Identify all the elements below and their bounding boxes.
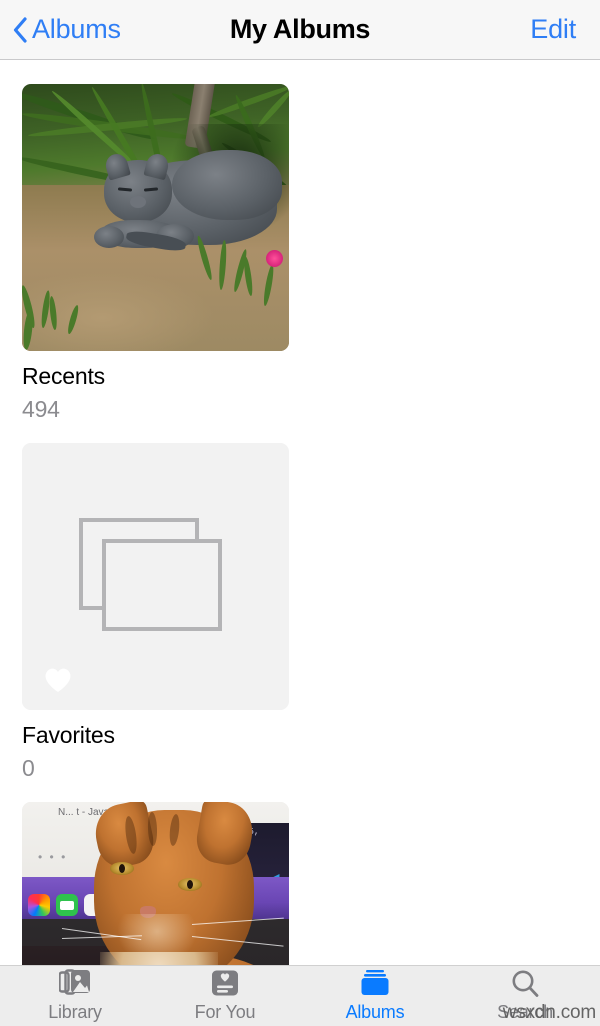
tab-albums[interactable]: Albums <box>300 966 450 1026</box>
navigation-bar: Albums My Albums Edit <box>0 0 600 60</box>
album-thumbnail-test[interactable]: N... t - JavaScript • • • ly 5, ◂ <box>22 801 289 965</box>
albums-icon <box>358 969 392 999</box>
watermark: wsxdn.com <box>502 1002 596 1023</box>
album-cell-test[interactable]: N... t - JavaScript • • • ly 5, ◂ <box>22 801 289 965</box>
photo-orange-tabby-cat-at-computer: N... t - JavaScript • • • ly 5, ◂ <box>22 801 289 965</box>
tab-label: For You <box>194 1002 256 1022</box>
heart-icon <box>43 665 73 693</box>
album-thumbnail-recents[interactable] <box>22 84 289 351</box>
tab-for-you[interactable]: For You <box>150 966 300 1026</box>
album-cell-favorites[interactable]: Favorites 0 <box>22 442 289 782</box>
heart-card-icon <box>211 969 239 999</box>
photo-grey-cat-in-garden <box>22 84 289 351</box>
album-title: Recents <box>22 363 105 389</box>
album-title: Favorites <box>22 721 115 748</box>
albums-grid[interactable]: Recents 494 Favorites 0 N... t - JavaScr… <box>0 61 600 965</box>
photo-stack-icon <box>59 969 91 999</box>
album-count: 0 <box>22 755 35 782</box>
page-title: My Albums <box>229 14 371 44</box>
album-cell-recents[interactable]: Recents 494 <box>22 84 289 423</box>
album-thumbnail-favorites[interactable] <box>22 442 289 710</box>
edit-button[interactable]: Edit <box>530 14 576 45</box>
tab-label: Library <box>48 1002 102 1022</box>
magnifier-icon <box>510 969 540 999</box>
album-count: 494 <box>22 396 60 423</box>
tab-label: Albums <box>345 1002 405 1022</box>
tab-library[interactable]: Library <box>0 966 150 1026</box>
